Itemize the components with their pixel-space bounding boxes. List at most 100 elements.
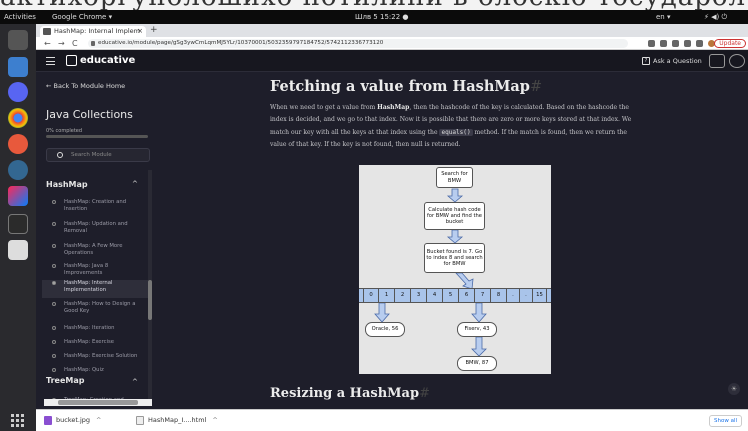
tab-bar: HashMap: Internal Implem × +	[36, 24, 748, 37]
extensions-icon[interactable]	[684, 40, 691, 47]
clock[interactable]: Шлв 5 15:22 ●	[355, 10, 409, 24]
lesson-item[interactable]: HashMap: Creation and Insertion	[42, 199, 148, 217]
update-button[interactable]: Update	[714, 39, 746, 48]
postgres-icon[interactable]	[8, 160, 28, 180]
educative-logo[interactable]: educative	[66, 54, 135, 68]
postman-icon[interactable]	[8, 134, 28, 154]
show-all-button[interactable]: Show all	[708, 415, 742, 427]
node-oracle: Oracle, 56	[365, 322, 405, 337]
lock-icon	[91, 41, 95, 46]
educative-favicon-icon	[43, 28, 51, 35]
chevron-up-icon[interactable]: ^	[132, 378, 138, 386]
copy-button[interactable]	[709, 54, 725, 68]
forward-icon[interactable]: →	[58, 37, 65, 50]
bucket-cell: 1	[379, 289, 395, 302]
downloads-bar: bucket.jpg ^ HashMap_I....html ^ Show all	[36, 409, 748, 431]
settings-icon[interactable]	[729, 54, 745, 68]
bucket-cell: 8	[491, 289, 507, 302]
intellij-icon[interactable]	[8, 186, 28, 206]
bucket-cell: 6	[459, 289, 475, 302]
chevron-up-icon[interactable]: ^	[96, 416, 101, 424]
back-to-module-link[interactable]: ← Back To Module Home	[46, 82, 125, 90]
educative-logo-icon	[66, 55, 77, 66]
section-treemap[interactable]: TreeMap	[46, 376, 84, 385]
bucket-cell: 2	[395, 289, 411, 302]
url-text: educative.io/module/page/gSg3ywCmLqmMJ5Y…	[98, 40, 384, 46]
dock	[0, 24, 36, 431]
scroll-thumb[interactable]	[58, 400, 138, 405]
share-icon[interactable]	[648, 40, 655, 47]
ask-question-button[interactable]: ? Ask a Question	[642, 57, 702, 66]
section-heading: Resizing a HashMap#	[270, 386, 430, 401]
lesson-item[interactable]: HashMap: A Few More Operations	[42, 243, 148, 261]
reload-icon[interactable]: C	[72, 37, 78, 50]
hash-step-box: Calculate hash code for BMW and find the…	[424, 202, 485, 230]
image-file-icon	[44, 416, 52, 425]
sidebar-scrollbar[interactable]	[148, 170, 152, 400]
module-sidebar: ← Back To Module Home Java Collections 0…	[36, 72, 157, 409]
lesson-status-icon	[52, 326, 56, 330]
browser-tab[interactable]: HashMap: Internal Implem ×	[40, 26, 146, 37]
node-bmw: BMW, 87	[457, 356, 497, 371]
sidepanel-icon[interactable]	[696, 40, 703, 47]
lesson-status-icon	[52, 264, 56, 268]
system-top-bar: Activities Google Chrome ▾ Шлв 5 15:22 ●…	[0, 10, 748, 24]
system-tray[interactable]: ⚡ ◀) ⏻	[704, 10, 727, 24]
search-app-icon[interactable]	[8, 240, 28, 260]
html-file-icon	[136, 416, 144, 425]
show-apps-icon[interactable]	[11, 413, 25, 427]
lesson-item[interactable]: HashMap: Internal Implementation	[42, 280, 148, 298]
search-icon	[57, 152, 63, 158]
chevron-up-icon[interactable]: ^	[132, 180, 138, 188]
anchor-icon[interactable]: #	[419, 386, 430, 401]
terminal-icon[interactable]	[8, 214, 28, 234]
chevron-up-icon[interactable]: ^	[212, 416, 217, 424]
send-icon[interactable]	[660, 40, 667, 47]
lesson-status-icon	[52, 302, 56, 306]
question-icon: ?	[642, 57, 650, 65]
theme-toggle-icon[interactable]: ☀	[728, 383, 740, 395]
anchor-icon[interactable]: #	[530, 79, 542, 95]
lesson-item[interactable]: HashMap: Exercise	[42, 339, 148, 349]
menu-icon[interactable]	[46, 57, 55, 65]
files-icon[interactable]	[8, 30, 28, 50]
node-fiserv: Fiserv, 43	[457, 322, 497, 337]
new-tab-button[interactable]: +	[150, 25, 158, 35]
scroll-thumb[interactable]	[148, 280, 152, 320]
lesson-item[interactable]: HashMap: Exercise Solution	[42, 353, 148, 363]
star-icon[interactable]	[672, 40, 679, 47]
chrome-icon[interactable]	[8, 108, 28, 128]
activities-button[interactable]: Activities	[4, 10, 36, 24]
screen: актихоргуполошихо потилини в олоскіо тос…	[0, 0, 748, 431]
bucket-cell: .	[520, 289, 533, 302]
search-step-box: Search for BMW	[436, 167, 473, 188]
app-menu[interactable]: Google Chrome ▾	[52, 10, 112, 24]
bucket-array: 0 1 2 3 4 5 6 7 8.. 15	[359, 288, 551, 303]
download-item[interactable]: bucket.jpg ^	[44, 416, 101, 425]
lesson-status-icon	[52, 354, 56, 358]
module-search-input[interactable]: Search Module	[46, 148, 150, 162]
close-tab-icon[interactable]: ×	[137, 26, 143, 37]
course-title: Java Collections	[46, 108, 133, 121]
url-field[interactable]: educative.io/module/page/gSg3ywCmLqmMJ5Y…	[88, 39, 628, 48]
lesson-item[interactable]: HashMap: Updation and Removal	[42, 221, 148, 239]
back-icon[interactable]: ←	[44, 37, 51, 50]
page-title: Fetching a value from HashMap#	[270, 78, 543, 95]
tab-title: HashMap: Internal Implem	[54, 27, 140, 35]
bucket-cell: 15	[533, 289, 547, 302]
sidebar-horizontal-scrollbar[interactable]	[44, 399, 152, 406]
language-indicator[interactable]: en ▾	[656, 10, 670, 24]
section-hashmap[interactable]: HashMap	[46, 180, 88, 189]
overlay-text: актихоргуполошихо потилини в олоскіо тос…	[0, 0, 746, 10]
download-item[interactable]: HashMap_I....html ^	[136, 416, 218, 425]
document-icon[interactable]	[8, 57, 28, 77]
educative-header: educative ? Ask a Question	[36, 50, 748, 72]
lesson-item[interactable]: HashMap: How to Design a Good Key	[42, 301, 148, 319]
lesson-status-icon	[52, 368, 56, 372]
hashmap-lookup-diagram: Search for BMW Calculate hash code for B…	[359, 165, 551, 374]
lesson-item[interactable]: HashMap: Iteration	[42, 325, 148, 335]
discord-icon[interactable]	[8, 82, 28, 102]
lesson-item[interactable]: HashMap: Java 8 Improvements	[42, 263, 148, 276]
bucket-cell: 0	[363, 289, 379, 302]
overlay-text-strip: актихоргуполошихо потилини в олоскіо тос…	[0, 0, 748, 10]
